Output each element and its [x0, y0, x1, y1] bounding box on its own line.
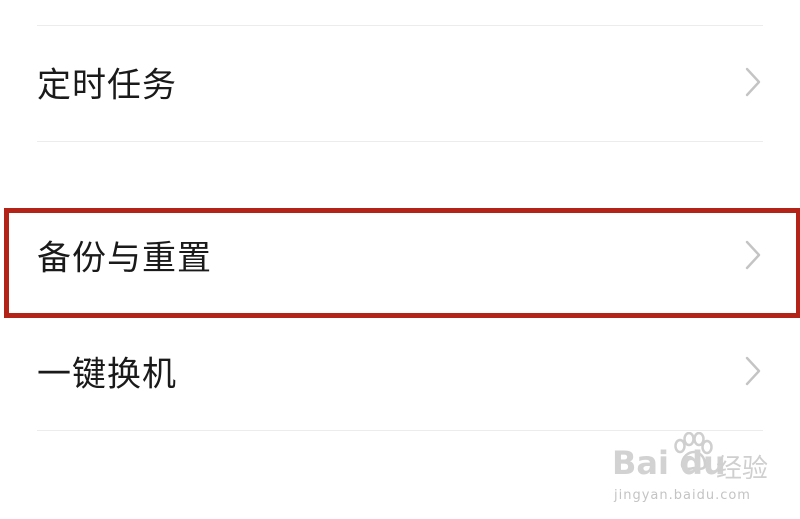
watermark-brand: Bai du	[612, 444, 726, 482]
baidu-jingyan-watermark: Bai du 经验 jingyan.baidu.com	[612, 432, 790, 514]
settings-item-label: 定时任务	[37, 65, 177, 106]
chevron-right-icon	[745, 67, 761, 97]
item-divider	[37, 313, 763, 314]
watermark-url: jingyan.baidu.com	[614, 488, 751, 503]
settings-item-label: 一键换机	[37, 354, 177, 395]
paw-logo-icon	[674, 432, 713, 471]
item-divider	[37, 141, 763, 142]
bottom-divider	[37, 430, 763, 431]
chevron-right-icon	[745, 356, 761, 386]
settings-item-label: 备份与重置	[37, 238, 212, 279]
watermark-brand-cn: 经验	[716, 454, 769, 484]
settings-item-backup-reset[interactable]: 备份与重置	[0, 199, 800, 311]
chevron-right-icon	[745, 240, 761, 270]
settings-item-phone-clone[interactable]: 一键换机	[0, 315, 800, 427]
settings-item-scheduled-tasks[interactable]: 定时任务	[0, 26, 800, 138]
